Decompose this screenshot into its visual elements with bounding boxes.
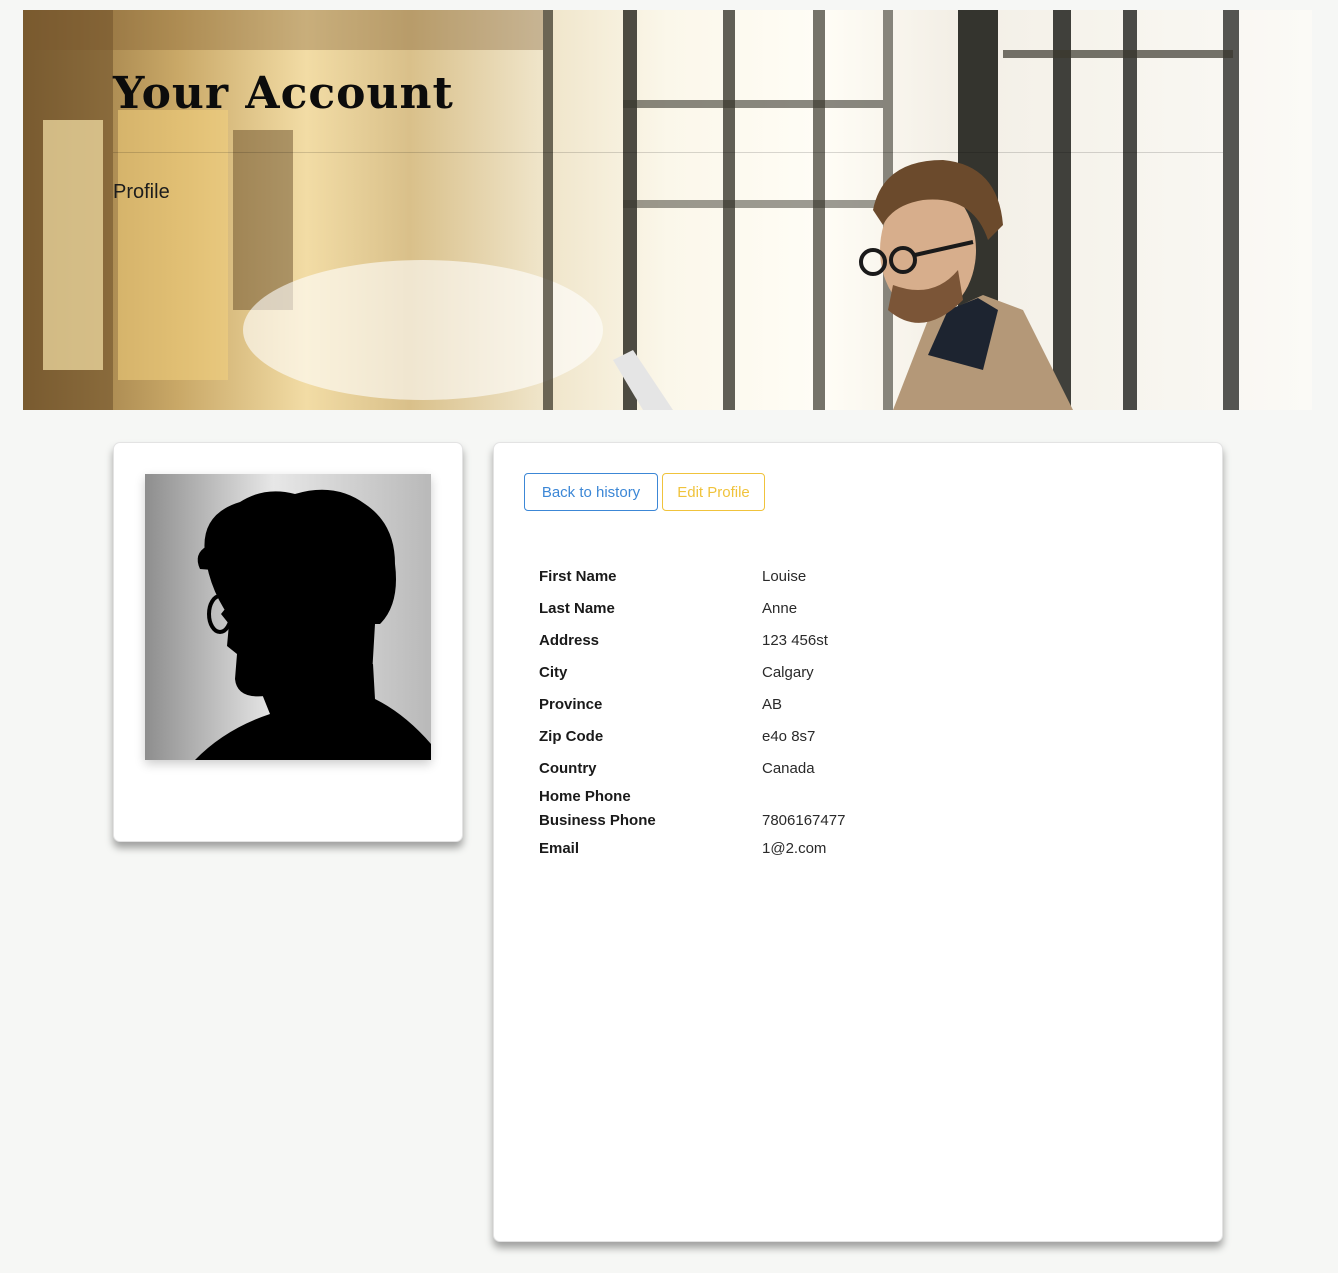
- field-label: Country: [539, 759, 597, 777]
- profile-row-home-phone: Home Phone: [539, 784, 845, 808]
- title-divider: [113, 152, 1223, 153]
- field-value: Canada: [762, 759, 815, 777]
- field-value: AB: [762, 695, 783, 713]
- profile-row-country: Country Canada: [539, 752, 845, 784]
- field-label: Province: [539, 695, 603, 713]
- field-label: Address: [539, 631, 600, 649]
- profile-row-first-name: First Name Louise: [539, 560, 845, 592]
- profile-row-business-phone: Business Phone 7806167477: [539, 808, 845, 832]
- field-value: 123 456st: [762, 631, 828, 649]
- field-label: Email: [539, 839, 580, 857]
- field-label: Business Phone: [539, 811, 656, 829]
- field-label: Zip Code: [539, 727, 604, 745]
- avatar-card: [113, 442, 463, 842]
- field-label: Last Name: [539, 599, 615, 617]
- page-title: Your Account: [113, 68, 454, 119]
- field-value: 1@2.com: [762, 839, 827, 857]
- field-label: City: [539, 663, 568, 681]
- profile-details-card: Back to history Edit Profile First Name …: [493, 442, 1223, 1242]
- field-value: e4o 8s7: [762, 727, 816, 745]
- profile-row-email: Email 1@2.com: [539, 832, 845, 864]
- field-value: Louise: [762, 567, 807, 585]
- field-label: Home Phone: [539, 787, 631, 805]
- profile-row-last-name: Last Name Anne: [539, 592, 845, 624]
- profile-row-zip-code: Zip Code e4o 8s7: [539, 720, 845, 752]
- avatar: [145, 474, 431, 760]
- field-label: First Name: [539, 567, 617, 585]
- page-subtitle: Profile: [113, 181, 170, 203]
- avatar-silhouette-image: [145, 474, 431, 760]
- hero-banner: Your Account Profile: [23, 10, 1312, 410]
- profile-row-city: City Calgary: [539, 656, 845, 688]
- profile-info-table: First Name Louise Last Name Anne Address…: [539, 560, 845, 864]
- field-value: [762, 784, 845, 808]
- profile-row-province: Province AB: [539, 688, 845, 720]
- back-to-history-button[interactable]: Back to history: [524, 473, 658, 511]
- field-value: Calgary: [762, 663, 814, 681]
- edit-profile-button[interactable]: Edit Profile: [662, 473, 765, 511]
- field-value: 7806167477: [762, 811, 846, 829]
- profile-row-address: Address 123 456st: [539, 624, 845, 656]
- field-value: Anne: [762, 599, 798, 617]
